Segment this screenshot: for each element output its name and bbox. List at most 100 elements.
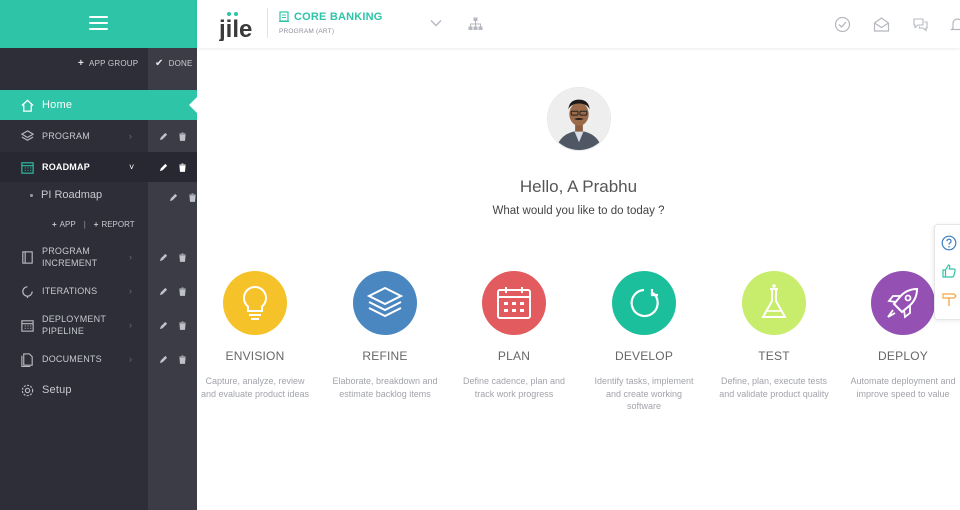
deploy-circle xyxy=(871,271,935,335)
card-title: DEVELOP xyxy=(614,349,674,363)
hamburger-menu-icon[interactable] xyxy=(89,16,108,31)
card-title: REFINE xyxy=(362,349,408,363)
gear-icon xyxy=(21,384,34,396)
envision-circle xyxy=(223,271,287,335)
calendar-grid-icon xyxy=(21,161,34,174)
sidebar-header xyxy=(0,0,197,48)
check-circle-icon[interactable] xyxy=(834,16,851,33)
flask-icon xyxy=(761,284,787,318)
help-icon[interactable] xyxy=(941,235,957,251)
sidebar-item-program-increment[interactable]: PROGRAM INCREMENT › xyxy=(0,244,148,270)
top-header: jile CORE BANKING PROGRAM (ART) xyxy=(197,0,960,48)
bullet-icon xyxy=(30,193,33,197)
delete-icon[interactable] xyxy=(178,321,187,330)
home-icon xyxy=(21,98,34,112)
delete-icon[interactable] xyxy=(188,193,197,202)
test-circle xyxy=(742,271,806,335)
greeting-question: What would you like to do today ? xyxy=(492,205,665,217)
chat-icon[interactable] xyxy=(912,16,929,33)
edit-icon[interactable] xyxy=(159,287,168,296)
delete-icon[interactable] xyxy=(178,287,187,296)
chevron-down-icon[interactable] xyxy=(430,19,442,27)
calendar-grid-icon xyxy=(21,319,34,332)
delete-icon[interactable] xyxy=(178,163,187,172)
sidebar-item-documents[interactable]: DOCUMENTS › xyxy=(0,350,148,368)
book-icon xyxy=(22,250,33,264)
sidebar-item-iterations[interactable]: ITERATIONS › xyxy=(0,282,148,300)
edit-icon[interactable] xyxy=(159,132,168,141)
lightbulb-icon xyxy=(243,285,267,320)
sidebar-item-deployment-pipeline[interactable]: DEPLOYMENT PIPELINE › xyxy=(0,312,148,338)
check-icon: ✔ xyxy=(155,58,164,69)
mail-open-icon[interactable] xyxy=(873,16,890,33)
card-title: PLAN xyxy=(497,349,531,363)
plus-icon: + xyxy=(78,58,85,69)
card-develop[interactable]: DEVELOP Identify tasks, implement and cr… xyxy=(584,271,704,413)
iterations-tools xyxy=(148,284,197,298)
edit-icon[interactable] xyxy=(159,355,168,364)
chevron-right-icon: › xyxy=(129,131,132,141)
card-description: Automate deployment and improve speed to… xyxy=(850,376,956,399)
card-description: Identify tasks, implement and create wor… xyxy=(594,376,694,411)
card-description: Capture, analyze, review and evaluate pr… xyxy=(200,376,310,399)
project-subtitle: PROGRAM (ART) xyxy=(279,28,335,35)
separator: | xyxy=(83,220,86,229)
add-report-button[interactable]: + REPORT xyxy=(94,220,135,229)
header-divider xyxy=(267,8,268,38)
calendar-icon xyxy=(497,287,531,319)
add-app-group-button[interactable]: + APP GROUP xyxy=(78,58,138,69)
hierarchy-icon[interactable] xyxy=(468,17,483,31)
card-test[interactable]: TEST Define, plan, execute tests and val… xyxy=(714,271,834,400)
card-envision[interactable]: ENVISION Capture, analyze, review and ev… xyxy=(195,271,315,400)
rocket-icon xyxy=(887,287,919,319)
building-icon xyxy=(279,11,289,22)
cycle-icon xyxy=(630,288,659,318)
card-refine[interactable]: REFINE Elaborate, breakdown and estimate… xyxy=(325,271,445,400)
user-avatar xyxy=(547,87,611,151)
sidebar-item-program[interactable]: PROGRAM › xyxy=(0,127,148,145)
documents-icon xyxy=(21,352,33,367)
card-title: ENVISION xyxy=(225,349,285,363)
chevron-right-icon: › xyxy=(129,354,132,364)
card-plan[interactable]: PLAN Define cadence, plan and track work… xyxy=(454,271,574,400)
documents-tools xyxy=(148,352,197,366)
program-increment-tools xyxy=(148,250,197,264)
pi-roadmap-actions: + APP | + REPORT xyxy=(52,220,135,229)
chevron-right-icon: › xyxy=(129,286,132,296)
sidebar-actions: + APP GROUP ✔ DONE xyxy=(0,48,197,78)
greeting-heading: Hello, A Prabhu xyxy=(519,177,638,196)
delete-icon[interactable] xyxy=(178,355,187,364)
card-description: Elaborate, breakdown and estimate backlo… xyxy=(332,376,438,399)
edit-icon[interactable] xyxy=(159,163,168,172)
sidebar-subitem-pi-roadmap[interactable]: PI Roadmap xyxy=(30,189,102,201)
edit-icon[interactable] xyxy=(169,193,178,202)
edit-icon[interactable] xyxy=(159,253,168,262)
edit-icon[interactable] xyxy=(159,321,168,330)
plan-circle xyxy=(482,271,546,335)
deployment-pipeline-tools xyxy=(148,318,197,332)
floating-help-toolbar xyxy=(934,224,960,320)
card-title: TEST xyxy=(758,349,790,363)
jile-logo[interactable]: jile xyxy=(219,7,255,41)
chevron-right-icon: › xyxy=(129,320,132,330)
card-description: Define, plan, execute tests and validate… xyxy=(719,376,829,399)
sidebar-item-home[interactable]: Home xyxy=(0,90,197,120)
refine-circle xyxy=(353,271,417,335)
card-description: Define cadence, plan and track work prog… xyxy=(462,376,566,399)
bell-icon[interactable] xyxy=(949,16,960,33)
plus-icon: + xyxy=(93,220,99,229)
add-app-button[interactable]: + APP xyxy=(52,220,76,229)
svg-text:jile: jile xyxy=(219,16,252,41)
delete-icon[interactable] xyxy=(178,253,187,262)
plus-icon: + xyxy=(52,220,57,229)
layers-icon xyxy=(366,286,404,318)
sidebar: + APP GROUP ✔ DONE Home PROGRAM › ROADMA… xyxy=(0,0,197,510)
signpost-icon[interactable] xyxy=(941,291,957,307)
project-title[interactable]: CORE BANKING xyxy=(294,11,383,23)
sidebar-item-setup[interactable]: Setup xyxy=(0,381,148,399)
done-button[interactable]: ✔ DONE xyxy=(155,58,193,69)
delete-icon[interactable] xyxy=(178,132,187,141)
thumbs-up-icon[interactable] xyxy=(941,263,957,279)
chevron-right-icon: › xyxy=(129,252,132,262)
roadmap-tools xyxy=(148,160,197,174)
